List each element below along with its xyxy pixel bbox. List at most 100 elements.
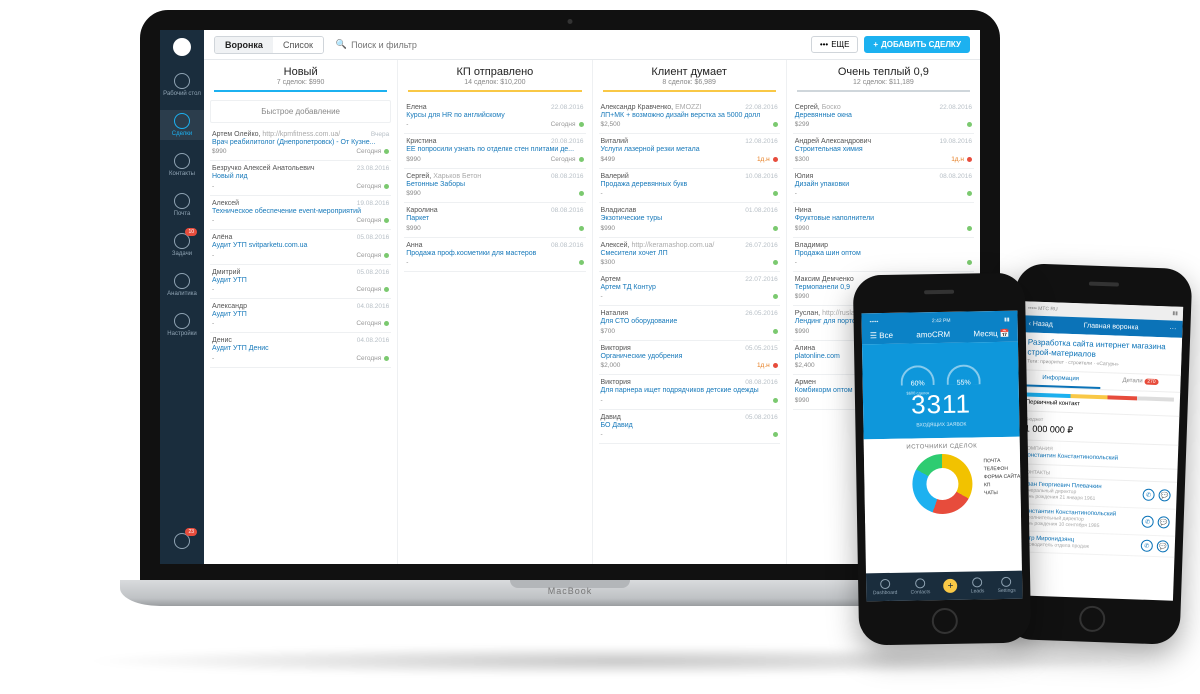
sidebar-item-desktop[interactable]: Рабочий стол: [160, 70, 204, 100]
card-title[interactable]: Дизайн упаковки: [795, 181, 972, 189]
search-input[interactable]: [351, 40, 805, 50]
sidebar-notifications[interactable]: 23: [160, 530, 204, 554]
card-title[interactable]: Органические удобрения: [601, 353, 778, 361]
more-button[interactable]: •••ЕЩЕ: [811, 36, 859, 53]
card-amount: $990: [406, 190, 420, 197]
call-icon[interactable]: ✆: [1141, 516, 1153, 528]
card-title[interactable]: ЛП+МК + возможно дизайн верстка за 5000 …: [601, 112, 778, 120]
deal-title[interactable]: Разработка сайта интернет магазина строй…: [1027, 337, 1176, 361]
deal-card[interactable]: Сергей, Боско 22.08.2016 Деревянные окна…: [793, 100, 974, 134]
card-title[interactable]: Экзотические туры: [601, 215, 778, 223]
deal-card[interactable]: Виктория 05.05.2015 Органические удобрен…: [599, 341, 780, 375]
search-box[interactable]: 🔍: [330, 39, 805, 50]
tab-contacts[interactable]: Contacts: [910, 578, 930, 595]
card-title[interactable]: Курсы для HR по английскому: [406, 112, 583, 120]
card-title[interactable]: Бетонные Заборы: [406, 181, 583, 189]
card-amount: -: [795, 190, 797, 197]
deal-card[interactable]: Кристина 20.08.2016 ЕЕ попросили узнать …: [404, 134, 585, 168]
chat-icon[interactable]: 💬: [1157, 540, 1169, 552]
deal-card[interactable]: Сергей, Харьков Бетон 08.08.2016 Бетонны…: [404, 169, 585, 203]
card-title[interactable]: Строительная химия: [795, 146, 972, 154]
deal-card[interactable]: Андрей Александрович 19.08.2016 Строител…: [793, 134, 974, 168]
card-title[interactable]: Аудит УТП svitparketu.com.ua: [212, 242, 389, 250]
call-icon[interactable]: ✆: [1141, 540, 1153, 552]
deal-card[interactable]: Каролина 08.08.2016 Паркет $990: [404, 203, 585, 237]
deal-card[interactable]: Виктория 08.08.2016 Для парнера ищет под…: [599, 375, 780, 409]
card-title[interactable]: Паркет: [406, 215, 583, 223]
card-title[interactable]: Услуги лазерной резки метала: [601, 146, 778, 154]
deal-card[interactable]: Дмитрий 05.08.2016 Аудит УТП -Сегодня: [210, 265, 391, 299]
deal-card[interactable]: Виталий 12.08.2016 Услуги лазерной резки…: [599, 134, 780, 168]
card-title[interactable]: Для парнера ищет подрядчиков детские оде…: [601, 387, 778, 395]
sidebar-item-tasks[interactable]: 10 Задачи: [160, 230, 204, 260]
deal-card[interactable]: Анна 08.08.2016 Продажа проф.косметики д…: [404, 238, 585, 272]
deal-card[interactable]: Валерий 10.08.2016 Продажа деревянных бу…: [599, 169, 780, 203]
sidebar-item-analytics[interactable]: Аналитика: [160, 270, 204, 300]
deal-card[interactable]: Наталия 26.05.2016 Для СТО оборудование …: [599, 306, 780, 340]
deal-card[interactable]: Алексей, http://keramashop.com.ua/ 26.07…: [599, 238, 780, 272]
deal-card[interactable]: Алёна 05.08.2016 Аудит УТП svitparketu.c…: [210, 230, 391, 264]
quick-add[interactable]: Быстрое добавление: [210, 100, 391, 123]
deal-card[interactable]: Давид 05.08.2016 БО Давид -: [599, 410, 780, 444]
deal-card[interactable]: Александр Кравченко, EMOZZI 22.08.2016 Л…: [599, 100, 780, 134]
deal-card[interactable]: Елена 22.08.2016 Курсы для HR по английс…: [404, 100, 585, 134]
card-title[interactable]: Новый лид: [212, 173, 389, 181]
deal-card[interactable]: Александр 04.08.2016 Аудит УТП -Сегодня: [210, 299, 391, 333]
call-icon[interactable]: ✆: [1142, 489, 1154, 501]
card-title[interactable]: Для СТО оборудование: [601, 318, 778, 326]
tab-settings[interactable]: Settings: [997, 576, 1015, 593]
card-amount: -: [212, 183, 214, 190]
deal-card[interactable]: Владимир Продажа шин оптом -: [793, 238, 974, 272]
tab-dashboard[interactable]: Dashboard: [873, 578, 898, 595]
view-funnel-button[interactable]: Воронка: [215, 37, 273, 53]
sidebar-item-contacts[interactable]: Контакты: [160, 150, 204, 180]
plus-icon: +: [873, 40, 878, 49]
deal-card[interactable]: Юлия 08.08.2016 Дизайн упаковки -: [793, 169, 974, 203]
tab-details[interactable]: Детали 270: [1100, 373, 1181, 392]
card-title[interactable]: Аудит УТП: [212, 311, 389, 319]
card-title[interactable]: Продажа проф.косметики для мастеров: [406, 250, 583, 258]
app-logo[interactable]: [173, 38, 191, 56]
tab-leads[interactable]: Leads: [971, 577, 985, 594]
chat-icon[interactable]: 💬: [1158, 489, 1170, 501]
add-deal-button[interactable]: +ДОБАВИТЬ СДЕЛКУ: [864, 36, 970, 53]
sidebar-item-settings[interactable]: Настройки: [160, 310, 204, 340]
card-title[interactable]: Аудит УТП Денис: [212, 345, 389, 353]
card-title[interactable]: Техническое обеспечение event-мероприяти…: [212, 208, 389, 216]
phone-home-button[interactable]: [932, 608, 958, 634]
deal-card[interactable]: Алексей 19.08.2016 Техническое обеспечен…: [210, 196, 391, 230]
card-title[interactable]: Продажа деревянных букв: [601, 181, 778, 189]
card-title[interactable]: Фруктовые наполнители: [795, 215, 972, 223]
sidebar-label: Аналитика: [167, 291, 197, 297]
card-title[interactable]: Продажа шин оптом: [795, 250, 972, 258]
deal-card[interactable]: Владислав 01.08.2016 Экзотические туры $…: [599, 203, 780, 237]
metric-big: 3311: [863, 388, 1020, 422]
card-title[interactable]: Врач реабилитолог (Днепропетровск) - От …: [212, 139, 389, 147]
card-title[interactable]: ЕЕ попросили узнать по отделке стен плит…: [406, 146, 583, 154]
card-title[interactable]: Артем ТД Контур: [601, 284, 778, 292]
tab-add[interactable]: +: [943, 579, 957, 593]
back-button[interactable]: ‹ Назад: [1028, 320, 1053, 328]
filter-right[interactable]: Месяц 📅: [973, 329, 1009, 339]
card-title[interactable]: Деревянные окна: [795, 112, 972, 120]
card-tag: 1д.н: [951, 156, 972, 163]
card-title[interactable]: БО Давид: [601, 422, 778, 430]
deal-card[interactable]: Нина Фруктовые наполнители $990: [793, 203, 974, 237]
deal-card[interactable]: Безручко Алексей Анатольевич 23.08.2016 …: [210, 161, 391, 195]
sidebar-item-mail[interactable]: Почта: [160, 190, 204, 220]
mail-icon: [174, 193, 190, 209]
contact-row[interactable]: Петр МиронидзянцРуководитель отдела прод…: [1015, 531, 1176, 558]
card-title[interactable]: Аудит УТП: [212, 277, 389, 285]
card-amount: $300: [795, 156, 809, 163]
nav-more-icon[interactable]: ···: [1169, 325, 1176, 332]
chat-icon[interactable]: 💬: [1157, 516, 1169, 528]
card-title[interactable]: Смесители хочет ЛП: [601, 250, 778, 258]
deal-card[interactable]: Денис 04.08.2016 Аудит УТП Денис -Сегодн…: [210, 333, 391, 367]
phone-home-button[interactable]: [1079, 605, 1106, 632]
sidebar-item-deals[interactable]: Сделки: [160, 110, 204, 140]
tab-info[interactable]: Информация: [1020, 370, 1101, 389]
view-list-button[interactable]: Список: [273, 37, 323, 53]
deal-card[interactable]: Артем Олейко, http://kpmfitness.com.ua/ …: [210, 127, 391, 161]
deal-card[interactable]: Артем 22.07.2016 Артем ТД Контур -: [599, 272, 780, 306]
filter-left[interactable]: ☰ Все: [870, 331, 893, 340]
